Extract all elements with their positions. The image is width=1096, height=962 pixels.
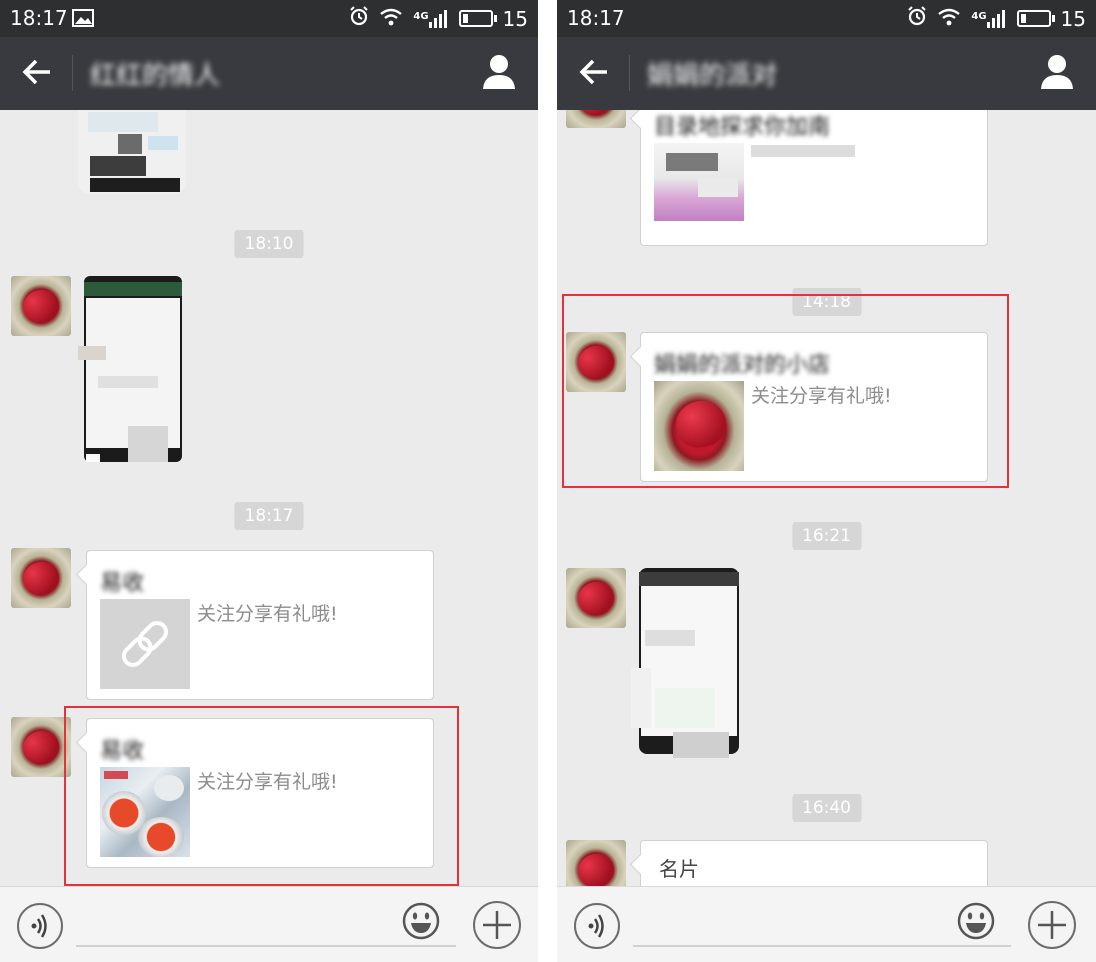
battery-icon bbox=[458, 10, 497, 27]
voice-input-icon[interactable] bbox=[573, 902, 621, 950]
timestamp: 18:17 bbox=[234, 502, 304, 530]
phone-screen-left: 18:17 4G 15 红红的情人 18:10 18:17 易收 关注分享有礼哦… bbox=[0, 0, 538, 962]
gallery-icon bbox=[72, 9, 94, 31]
contact-profile-icon[interactable] bbox=[1040, 54, 1074, 90]
image-message[interactable] bbox=[78, 276, 186, 466]
battery-level: 15 bbox=[502, 6, 528, 31]
image-message[interactable] bbox=[631, 568, 741, 762]
contact-card-message[interactable]: 名片 bbox=[640, 840, 988, 886]
back-arrow-icon[interactable] bbox=[577, 55, 611, 89]
input-bar bbox=[557, 886, 1096, 962]
timestamp: 16:21 bbox=[792, 522, 861, 550]
contact-profile-icon[interactable] bbox=[482, 54, 516, 90]
avatar[interactable] bbox=[11, 548, 71, 608]
link-icon bbox=[100, 599, 190, 689]
message-list[interactable]: 目录地探求你加南 14:18 娟娟的派对的小店 关注分享有礼哦! 16:21 1… bbox=[557, 110, 1096, 886]
cellular-signal-icon: 4G bbox=[413, 9, 448, 28]
header-divider bbox=[629, 55, 630, 91]
chat-title: 娟娟的派对 bbox=[647, 61, 778, 91]
avatar[interactable] bbox=[566, 840, 626, 886]
alarm-icon bbox=[349, 6, 369, 31]
status-time: 18:17 bbox=[567, 6, 625, 30]
link-card-message[interactable]: 易收 关注分享有礼哦! bbox=[86, 550, 434, 700]
card-description-blurred bbox=[751, 145, 855, 157]
network-type-label: 4G bbox=[413, 10, 429, 22]
emoji-icon[interactable] bbox=[402, 902, 440, 940]
avatar[interactable] bbox=[566, 568, 626, 628]
highlight-box bbox=[64, 706, 459, 886]
chat-header: 红红的情人 bbox=[0, 37, 538, 110]
input-bar bbox=[0, 886, 538, 962]
status-time: 18:17 bbox=[10, 6, 68, 30]
card-title: 易收 bbox=[100, 571, 145, 596]
timestamp: 16:40 bbox=[792, 794, 861, 822]
message-input[interactable] bbox=[633, 945, 1011, 947]
plus-icon[interactable] bbox=[1027, 900, 1077, 950]
emoji-icon[interactable] bbox=[957, 902, 995, 940]
avatar[interactable] bbox=[566, 110, 626, 128]
card-title: 目录地探求你加南 bbox=[654, 115, 831, 140]
chat-header: 娟娟的派对 bbox=[557, 37, 1096, 110]
voice-input-icon[interactable] bbox=[16, 902, 64, 950]
message-input[interactable] bbox=[76, 945, 456, 947]
cellular-signal-icon: 4G bbox=[971, 9, 1006, 28]
card-description: 关注分享有礼哦! bbox=[197, 603, 338, 625]
link-card-message[interactable]: 目录地探求你加南 bbox=[640, 110, 988, 246]
card-thumbnail bbox=[654, 143, 744, 221]
phone-screen-right: 18:17 4G 15 娟娟的派对 目录地探求你加南 14:18 娟娟的派对的小… bbox=[557, 0, 1096, 962]
network-type-label: 4G bbox=[971, 10, 987, 22]
chat-title: 红红的情人 bbox=[90, 61, 221, 91]
card-type-label: 名片 bbox=[659, 857, 699, 881]
header-divider bbox=[72, 55, 73, 91]
back-arrow-icon[interactable] bbox=[20, 55, 54, 89]
alarm-icon bbox=[907, 6, 927, 31]
battery-level: 15 bbox=[1060, 6, 1086, 31]
wifi-icon bbox=[379, 7, 403, 31]
avatar[interactable] bbox=[11, 276, 71, 336]
status-bar: 18:17 4G 15 bbox=[557, 0, 1096, 37]
plus-icon[interactable] bbox=[472, 900, 522, 950]
avatar[interactable] bbox=[11, 717, 71, 777]
highlight-box bbox=[562, 294, 1009, 488]
status-bar: 18:17 4G 15 bbox=[0, 0, 538, 37]
wifi-icon bbox=[937, 7, 961, 31]
timestamp: 18:10 bbox=[234, 230, 304, 258]
battery-icon bbox=[1016, 10, 1055, 27]
image-message[interactable] bbox=[78, 110, 186, 194]
